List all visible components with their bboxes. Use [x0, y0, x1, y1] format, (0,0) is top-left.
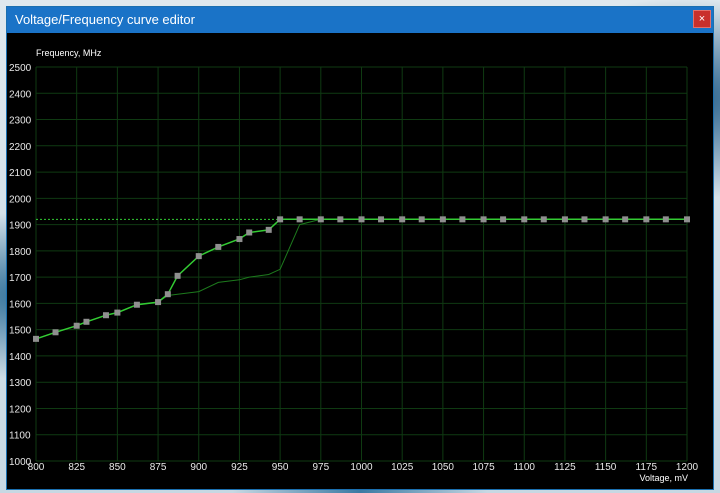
curve-point[interactable]	[459, 216, 466, 223]
curve-point[interactable]	[581, 216, 588, 223]
y-tick-label: 2200	[9, 142, 32, 153]
curve-point[interactable]	[521, 216, 528, 223]
curve-point[interactable]	[439, 216, 446, 223]
title-bar[interactable]: Voltage/Frequency curve editor ×	[7, 7, 713, 33]
curve-point[interactable]	[358, 216, 365, 223]
y-tick-label: 2500	[9, 63, 32, 74]
curve-point[interactable]	[399, 216, 406, 223]
curve-point[interactable]	[195, 253, 202, 260]
x-tick-label: 950	[272, 462, 289, 473]
y-tick-label: 2100	[9, 168, 32, 179]
y-tick-label: 1900	[9, 221, 32, 232]
y-tick-label: 1400	[9, 352, 32, 363]
curve-point[interactable]	[317, 216, 324, 223]
vf-curve-chart[interactable]: 800 825 850 875 900 925 950 975 1000 1025 1050 1075…	[7, 33, 713, 489]
curve-point[interactable]	[643, 216, 650, 223]
curve-point[interactable]	[500, 216, 507, 223]
close-button[interactable]: ×	[693, 10, 711, 28]
x-tick-label: 1100	[513, 462, 535, 473]
y-tick-label: 2300	[9, 116, 32, 127]
window-title: Voltage/Frequency curve editor	[15, 12, 195, 27]
curve-point[interactable]	[602, 216, 609, 223]
curve-point[interactable]	[33, 335, 39, 342]
curve-point[interactable]	[164, 291, 171, 298]
curve-point[interactable]	[114, 309, 121, 316]
curve-point[interactable]	[540, 216, 547, 223]
x-tick-label: 1000	[350, 462, 373, 473]
x-tick-label: 900	[190, 462, 207, 473]
x-tick-label: 975	[312, 462, 329, 473]
curve-point[interactable]	[52, 329, 59, 336]
x-tick-label: 1025	[391, 462, 414, 473]
chart-grid	[35, 66, 688, 462]
y-tick-labels: 1000 1100 1200 1300 1400 1500 1600 1700 1800 1900…	[9, 63, 32, 468]
curve-point[interactable]	[480, 216, 487, 223]
y-tick-label: 2400	[9, 89, 32, 100]
x-tick-label: 1050	[432, 462, 455, 473]
y-tick-label: 1100	[9, 431, 31, 442]
curve-point[interactable]	[265, 226, 272, 233]
x-tick-label: 875	[150, 462, 167, 473]
x-tick-label: 925	[231, 462, 248, 473]
curve-point[interactable]	[246, 229, 253, 236]
y-tick-label: 1800	[9, 247, 32, 258]
curve-point[interactable]	[174, 272, 181, 279]
curve-point[interactable]	[155, 299, 162, 306]
curve-point[interactable]	[622, 216, 629, 223]
y-tick-label: 1200	[9, 404, 32, 415]
curve-point[interactable]	[236, 236, 243, 243]
curve-point[interactable]	[277, 216, 284, 223]
x-tick-labels: 800 825 850 875 900 925 950 975 1000 1025 1050 1075…	[28, 462, 699, 473]
y-tick-label: 1700	[9, 273, 32, 284]
curve-point[interactable]	[133, 301, 140, 308]
curve-point[interactable]	[418, 216, 425, 223]
curve-point[interactable]	[337, 216, 344, 223]
curve-point[interactable]	[561, 216, 568, 223]
y-tick-label: 1000	[9, 457, 32, 468]
close-icon: ×	[698, 13, 706, 25]
y-tick-label: 1500	[9, 326, 32, 337]
y-axis-title: Frequency, MHz	[36, 48, 102, 58]
curve-point[interactable]	[378, 216, 385, 223]
curve-point[interactable]	[684, 216, 690, 223]
curve-point[interactable]	[296, 216, 303, 223]
x-tick-label: 850	[109, 462, 126, 473]
x-tick-label: 1075	[472, 462, 495, 473]
x-tick-label: 1150	[595, 462, 617, 473]
curve-point[interactable]	[73, 322, 80, 329]
x-tick-label: 1200	[676, 462, 699, 473]
curve-editor-window: Voltage/Frequency curve editor × 800 825 8…	[6, 6, 714, 490]
curve-point[interactable]	[215, 243, 222, 250]
x-axis-title: Voltage, mV	[639, 473, 688, 483]
x-tick-label: 1125	[554, 462, 576, 473]
y-tick-label: 2000	[9, 194, 32, 205]
curve-point[interactable]	[662, 216, 669, 223]
y-tick-label: 1300	[9, 378, 32, 389]
x-tick-label: 825	[68, 462, 85, 473]
y-tick-label: 1600	[9, 299, 32, 310]
x-tick-label: 1175	[636, 462, 658, 473]
curve-point[interactable]	[83, 318, 90, 325]
curve-point[interactable]	[102, 312, 109, 319]
